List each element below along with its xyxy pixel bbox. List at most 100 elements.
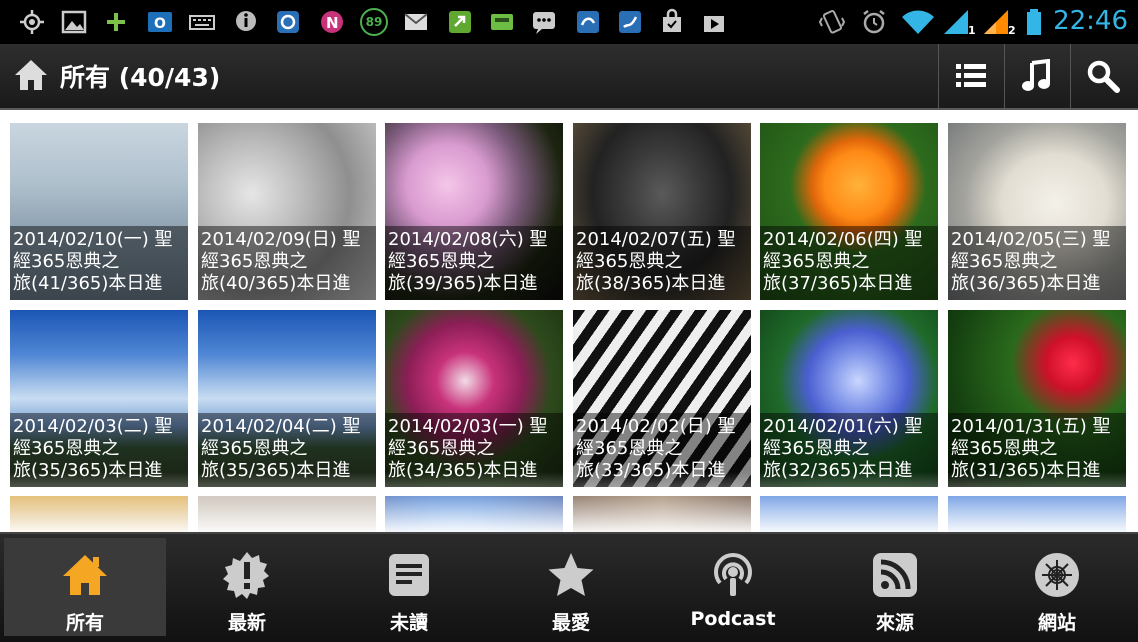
article-tile[interactable]: [198, 496, 376, 532]
info-icon: [236, 11, 256, 31]
article-thumbnail: [10, 496, 188, 532]
article-caption: 2014/02/09(日) 聖經365恩典之 旅(40/365)本日進: [198, 226, 376, 300]
caption-line: 經365恩典之: [388, 438, 495, 459]
tab-4[interactable]: Podcast: [652, 538, 814, 636]
caption-line: 旅(39/365)本日進: [388, 273, 538, 294]
caption-line: 2014/02/05(三) 聖: [951, 229, 1111, 250]
caption-line: 2014/02/08(六) 聖: [388, 229, 548, 250]
article-tile[interactable]: [948, 496, 1126, 532]
caption-line: 2014/02/03(二) 聖: [13, 416, 173, 437]
sync-app-icon: [577, 11, 599, 33]
article-tile[interactable]: 2014/02/09(日) 聖經365恩典之 旅(40/365)本日進: [198, 123, 376, 300]
article-caption: 2014/02/08(六) 聖經365恩典之 旅(39/365)本日進: [385, 226, 563, 300]
podcast-icon: [708, 550, 758, 600]
article-tile[interactable]: 2014/02/03(一) 聖經365恩典之 旅(34/365)本日進: [385, 310, 563, 487]
caption-line: 旅(38/365)本日進: [576, 273, 726, 294]
article-caption: 2014/02/05(三) 聖經365恩典之 旅(36/365)本日進: [948, 226, 1126, 300]
caption-line: 旅(32/365)本日進: [763, 460, 913, 481]
caption-line: 經365恩典之: [201, 438, 308, 459]
tab-label: Podcast: [690, 608, 776, 630]
list-view-button[interactable]: [938, 44, 1003, 108]
article-caption: 2014/02/01(六) 聖經365恩典之 旅(32/365)本日進: [760, 413, 938, 487]
article-tile[interactable]: 2014/02/04(二) 聖經365恩典之 旅(35/365)本日進: [198, 310, 376, 487]
article-caption: 2014/02/04(二) 聖經365恩典之 旅(35/365)本日進: [198, 413, 376, 487]
caption-line: 2014/02/01(六) 聖: [763, 416, 923, 437]
caption-line: 旅(31/365)本日進: [951, 460, 1101, 481]
tab-2[interactable]: 未讀: [328, 538, 490, 636]
caption-line: 經365恩典之: [951, 438, 1058, 459]
article-tile[interactable]: 2014/02/03(二) 聖經365恩典之 旅(35/365)本日進: [10, 310, 188, 487]
tab-5[interactable]: 來源: [814, 538, 976, 636]
star-icon: [546, 550, 596, 600]
caption-line: 2014/02/07(五) 聖: [576, 229, 736, 250]
sim1-label: 1: [968, 24, 976, 37]
tab-3[interactable]: 最愛: [490, 538, 652, 636]
tab-label: 網站: [1037, 612, 1076, 634]
article-thumbnail: [198, 496, 376, 532]
caption-line: 2014/02/10(一) 聖: [13, 229, 173, 250]
caption-line: 旅(33/365)本日進: [576, 460, 726, 481]
battery-icon: [1027, 9, 1041, 35]
notification-app-icon: [277, 11, 299, 33]
search-icon: [1087, 60, 1120, 93]
storage-icon: [491, 14, 513, 30]
article-tile[interactable]: 2014/01/31(五) 聖經365恩典之 旅(31/365)本日進: [948, 310, 1126, 487]
caption-line: 2014/02/03(一) 聖: [388, 416, 548, 437]
alarm-icon: [863, 10, 885, 34]
article-tile[interactable]: [10, 496, 188, 532]
tab-label: 最新: [227, 612, 266, 634]
article-tile[interactable]: 2014/02/10(一) 聖經365恩典之 旅(41/365)本日進: [10, 123, 188, 300]
tab-label: 最愛: [551, 612, 590, 634]
clock: 22:46: [1053, 6, 1128, 36]
article-tile[interactable]: 2014/02/08(六) 聖經365恩典之 旅(39/365)本日進: [385, 123, 563, 300]
plus-icon: [107, 13, 125, 31]
article-caption: 2014/02/06(四) 聖經365恩典之 旅(37/365)本日進: [760, 226, 938, 300]
article-tile[interactable]: 2014/02/07(五) 聖經365恩典之 旅(38/365)本日進: [573, 123, 751, 300]
tab-6[interactable]: 網站: [976, 538, 1138, 636]
article-thumbnail: [948, 496, 1126, 532]
web-icon: [1032, 550, 1082, 600]
caption-line: 經365恩典之: [388, 251, 495, 272]
article-caption: 2014/02/10(一) 聖經365恩典之 旅(41/365)本日進: [10, 226, 188, 300]
tab-1[interactable]: 最新: [166, 538, 328, 636]
article-tile[interactable]: [760, 496, 938, 532]
caption-line: 旅(41/365)本日進: [13, 273, 163, 294]
wifi-icon: [902, 10, 934, 34]
new-badge-icon: [222, 550, 272, 600]
n-app-icon: N: [321, 11, 343, 33]
caption-line: 旅(37/365)本日進: [763, 273, 913, 294]
article-caption: 2014/02/07(五) 聖經365恩典之 旅(38/365)本日進: [573, 226, 751, 300]
tab-0[interactable]: 所有: [4, 538, 166, 636]
article-tile[interactable]: 2014/02/05(三) 聖經365恩典之 旅(36/365)本日進: [948, 123, 1126, 300]
music-note-icon: [1022, 59, 1050, 91]
article-caption: 2014/02/03(一) 聖經365恩典之 旅(34/365)本日進: [385, 413, 563, 487]
sim2-label: 2: [1008, 24, 1016, 37]
caption-line: 2014/01/31(五) 聖: [951, 416, 1111, 437]
svg-text:N: N: [326, 14, 339, 32]
search-button[interactable]: [1070, 44, 1135, 108]
article-tile[interactable]: [573, 496, 751, 532]
caption-line: 旅(34/365)本日進: [388, 460, 538, 481]
evernote-icon: [449, 11, 471, 33]
article-tile[interactable]: 2014/02/02(日) 聖經365恩典之 旅(33/365)本日進: [573, 310, 751, 487]
shopping-bag-icon: [663, 8, 681, 32]
article-tile[interactable]: 2014/02/06(四) 聖經365恩典之 旅(37/365)本日進: [760, 123, 938, 300]
caption-line: 2014/02/02(日) 聖: [576, 416, 736, 437]
home-icon: [60, 550, 110, 600]
caption-line: 2014/02/04(二) 聖: [201, 416, 361, 437]
unread-doc-icon: [384, 550, 434, 600]
caption-line: 經365恩典之: [576, 251, 683, 272]
caption-line: 經365恩典之: [13, 438, 120, 459]
caption-line: 經365恩典之: [763, 251, 870, 272]
caption-line: 經365恩典之: [201, 251, 308, 272]
home-icon[interactable]: [12, 56, 50, 94]
article-tile[interactable]: 2014/02/01(六) 聖經365恩典之 旅(32/365)本日進: [760, 310, 938, 487]
article-thumbnail: [760, 496, 938, 532]
keyboard-icon: [189, 15, 215, 30]
article-tile[interactable]: [385, 496, 563, 532]
caption-line: 經365恩典之: [763, 438, 870, 459]
music-button[interactable]: [1004, 44, 1069, 108]
article-caption: 2014/01/31(五) 聖經365恩典之 旅(31/365)本日進: [948, 413, 1126, 487]
play-store-icon: [704, 16, 724, 32]
caption-line: 旅(35/365)本日進: [201, 460, 351, 481]
